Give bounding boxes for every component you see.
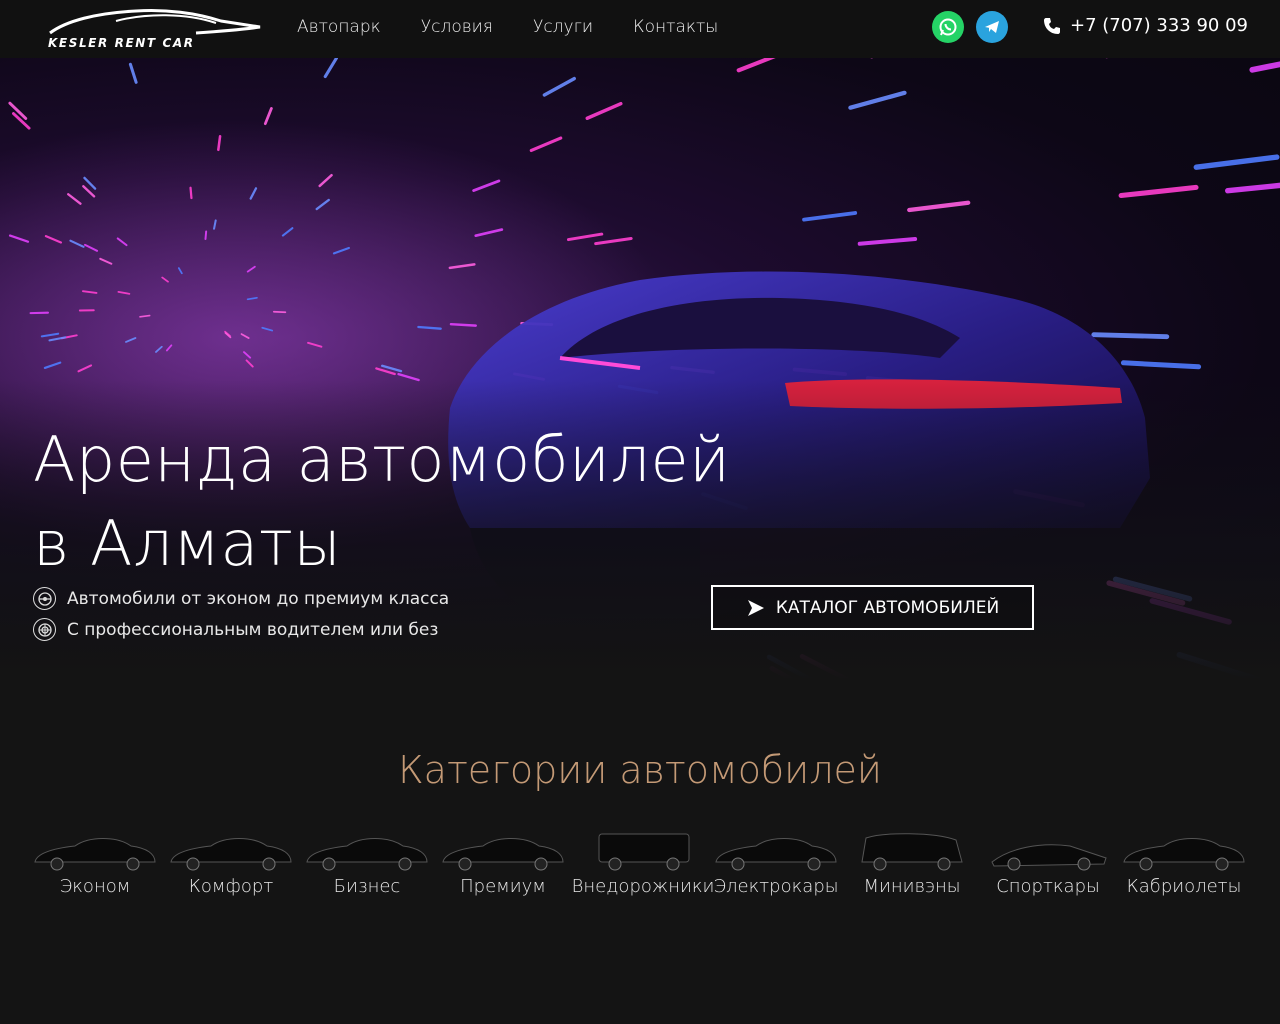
phone-link[interactable]: +7 (707) 333 90 09 (1042, 15, 1248, 36)
site-header: KESLER RENT CAR Автопарк Условия Услуги … (0, 0, 1280, 58)
category-minivan[interactable]: Минивэны (844, 828, 980, 897)
logo-text: KESLER RENT CAR (48, 36, 195, 50)
car-comfort-icon (170, 838, 292, 871)
feature-text: Автомобили от эконом до премиум класса (67, 588, 450, 609)
logo[interactable]: KESLER RENT CAR (46, 7, 264, 51)
car-minivan-icon (861, 833, 963, 871)
main-nav: Автопарк Условия Услуги Контакты (297, 17, 718, 37)
car-suv-icon (598, 833, 690, 871)
hero-title-line1: Аренда автомобилей (33, 423, 731, 496)
arrow-cursor-icon (747, 599, 764, 616)
category-economy[interactable]: Эконом (27, 828, 163, 897)
feature-text: С профессиональным водителем или без (67, 619, 439, 640)
nav-services[interactable]: Услуги (533, 17, 593, 37)
whatsapp-icon[interactable] (932, 11, 964, 43)
category-label: Электрокары (713, 876, 839, 897)
feature-item: С профессиональным водителем или без (33, 618, 438, 641)
phone-icon (1044, 17, 1060, 34)
steering-wheel-icon (33, 587, 56, 610)
hero-title-line2: в Алматы (33, 507, 342, 580)
feature-item: Автомобили от эконом до премиум класса (33, 587, 449, 610)
nav-fleet[interactable]: Автопарк (297, 17, 381, 37)
catalog-button-label: КАТАЛОГ АВТОМОБИЛЕЙ (775, 597, 1000, 618)
catalog-button[interactable]: КАТАЛОГ АВТОМОБИЛЕЙ (711, 585, 1034, 630)
category-sportscar[interactable]: Спорткары (980, 828, 1116, 897)
category-business[interactable]: Бизнес (299, 828, 435, 897)
category-label: Премиум (460, 876, 546, 897)
car-premium-icon (442, 838, 564, 871)
category-comfort[interactable]: Комфорт (163, 828, 299, 897)
category-label: Внедорожники (571, 876, 715, 897)
car-business-icon (306, 838, 428, 871)
category-label: Спорткары (996, 876, 1100, 897)
category-convertible[interactable]: Кабриолеты (1116, 828, 1252, 897)
category-label: Минивэны (863, 876, 961, 897)
category-label: Бизнес (333, 876, 401, 897)
hero-banner: Аренда автомобилей в Алматы Автомобили о… (0, 58, 1280, 680)
categories-title: Категории автомобилей (398, 748, 882, 792)
hero-title: Аренда автомобилей в Алматы (33, 418, 731, 586)
telegram-icon[interactable] (976, 11, 1008, 43)
car-sportscar-icon (991, 844, 1107, 871)
car-convertible-icon (1123, 838, 1245, 871)
car-electric-icon (715, 838, 837, 871)
category-label: Эконом (59, 876, 131, 897)
wheel-icon (33, 618, 56, 641)
car-economy-icon (34, 838, 156, 871)
category-premium[interactable]: Премиум (435, 828, 571, 897)
logo-car-icon (49, 9, 261, 35)
nav-conditions[interactable]: Условия (421, 17, 493, 37)
category-electric[interactable]: Электрокары (708, 828, 844, 897)
category-label: Комфорт (188, 876, 274, 897)
phone-number: +7 (707) 333 90 09 (1070, 15, 1248, 36)
category-suv[interactable]: Внедорожники (572, 828, 714, 897)
nav-contacts[interactable]: Контакты (633, 17, 718, 37)
category-label: Кабриолеты (1126, 876, 1242, 897)
